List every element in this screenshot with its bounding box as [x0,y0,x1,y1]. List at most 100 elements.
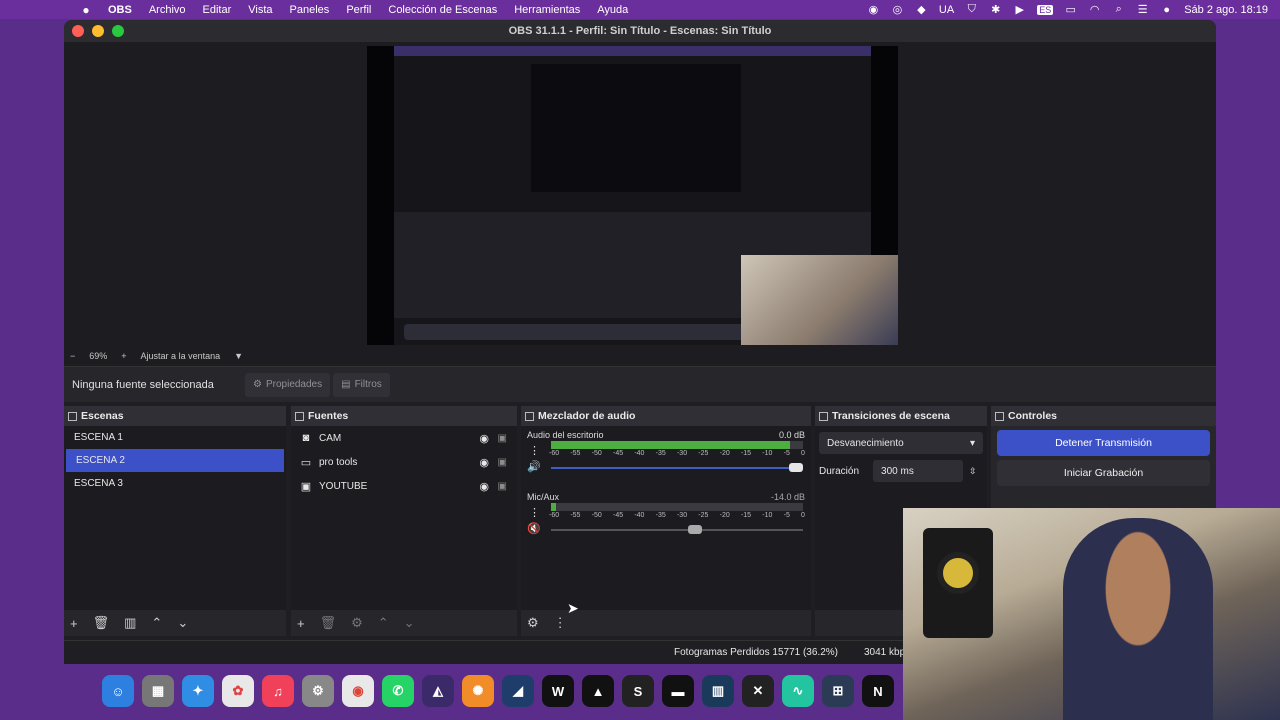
apple-menu-icon[interactable]: ● [78,3,94,17]
source-item-youtube[interactable]: ▣ YOUTUBE ◉ ▣ [291,474,517,498]
waves-status-icon[interactable]: ◎ [891,3,904,16]
menu-archivo[interactable]: Archivo [149,4,186,16]
app-icon[interactable]: ◢ [502,675,534,707]
remove-source-icon[interactable]: 🗑 [320,615,337,631]
app-icon[interactable]: S [622,675,654,707]
menu-editar[interactable]: Editar [203,4,232,16]
waves-icon[interactable]: W [542,675,574,707]
channel-menu-icon[interactable]: ⋮ [529,506,540,519]
transition-select[interactable]: Desvanecimiento ▾ [819,432,983,454]
obs-status-icon[interactable]: ◉ [867,3,880,16]
muted-speaker-icon[interactable]: 🔇 [527,522,541,535]
app-icon[interactable]: ▥ [702,675,734,707]
advanced-audio-icon[interactable]: ⚙ [527,615,539,631]
duration-field[interactable]: 300 ms [873,460,964,482]
scene-item[interactable]: ESCENA 1 [64,426,286,449]
menu-coleccion[interactable]: Colección de Escenas [388,4,497,16]
scene-filters-icon[interactable]: ▥ [124,615,136,631]
app-icon[interactable]: ∿ [782,675,814,707]
add-source-icon[interactable]: + [297,616,305,631]
volume-slider[interactable] [551,463,803,472]
visibility-eye-icon[interactable]: ◉ [479,456,489,469]
fit-to-window[interactable]: Ajustar a la ventana [141,351,221,361]
play-icon[interactable]: ▶ [1013,3,1026,16]
app-icon[interactable]: ⊞ [822,675,854,707]
move-down-icon[interactable]: ⌄ [177,615,188,631]
move-down-icon[interactable]: ⌄ [404,615,415,631]
mixer-menu-icon[interactable]: ⋮ [554,615,567,631]
siri-icon[interactable]: ● [1160,4,1173,16]
visibility-eye-icon[interactable]: ◉ [479,432,489,445]
lock-icon[interactable]: ▣ [498,457,507,468]
sources-list: ◙ CAM ◉ ▣ ▭ pro tools ◉ ▣ ▣ YOUTUBE ◉ ▣ [291,426,517,610]
properties-bar: Ninguna fuente seleccionada ⚙ Propiedade… [64,366,1216,402]
tick: -35 [655,450,666,457]
source-item-pro-tools[interactable]: ▭ pro tools ◉ ▣ [291,450,517,474]
slider-knob[interactable] [688,525,703,534]
obs-icon[interactable]: ◭ [422,675,454,707]
channel-level: 0.0 dB [778,430,805,440]
keyboard-layout[interactable]: ES [1037,4,1054,15]
wifi-icon[interactable]: ◠ [1088,3,1101,16]
stop-streaming-button[interactable]: Detener Transmisión [997,430,1210,456]
lock-icon[interactable]: ▣ [498,433,507,444]
menu-paneles[interactable]: Paneles [290,4,330,16]
menu-ayuda[interactable]: Ayuda [597,4,628,16]
zoom-in-button[interactable]: + [121,351,126,361]
channel-menu-icon[interactable]: ⋮ [529,444,540,457]
visibility-eye-icon[interactable]: ◉ [479,480,489,493]
whatsapp-icon[interactable]: ✆ [382,675,414,707]
scene-item-selected[interactable]: ESCENA 2 [66,449,284,472]
photos-icon[interactable]: ✿ [222,675,254,707]
fl-studio-icon[interactable]: ✺ [462,675,494,707]
input-source[interactable]: UA [939,4,954,16]
shield-icon[interactable]: ⛉ [965,3,978,16]
lock-icon[interactable]: ▣ [498,481,507,492]
system-settings-icon[interactable]: ⚙ [302,675,334,707]
mixer-toolbar: ⚙ ⋮ [521,610,811,636]
add-scene-icon[interactable]: + [70,616,78,631]
sources-toolbar: + 🗑 ⚙ ⌃ ⌄ [291,610,517,636]
control-center-icon[interactable]: ☰ [1136,3,1149,16]
clock[interactable]: Sáb 2 ago. 18:19 [1184,4,1268,16]
menu-herramientas[interactable]: Herramientas [514,4,580,16]
zoom-dropdown-icon[interactable]: ▼ [234,351,243,361]
bluetooth-icon[interactable]: ✱ [989,3,1002,16]
slider-knob[interactable] [789,463,803,472]
dock-icon [525,411,534,421]
app-icon[interactable]: ▲ [582,675,614,707]
zoom-out-button[interactable]: − [70,351,75,361]
native-instruments-icon[interactable]: N [862,675,894,707]
start-recording-button[interactable]: Iniciar Grabación [997,460,1210,486]
app-icon[interactable]: ▬ [662,675,694,707]
search-icon[interactable]: ⌕ [1112,3,1125,16]
source-item-cam[interactable]: ◙ CAM ◉ ▣ [291,426,517,450]
stepper-icon[interactable]: ⇳ [969,466,977,477]
zoom-bar: − 69% + Ajustar a la ventana ▼ [64,346,1216,366]
tick: 0 [801,450,805,457]
properties-button[interactable]: ⚙ Propiedades [245,372,331,397]
preview-canvas[interactable] [367,46,898,345]
music-icon[interactable]: ♫ [262,675,294,707]
transitions-title: Transiciones de escena [832,410,950,422]
safari-icon[interactable]: ✦ [182,675,214,707]
source-settings-icon[interactable]: ⚙ [351,615,363,631]
speaker-icon[interactable]: 🔊 [527,460,541,473]
app-icon[interactable]: ✕ [742,675,774,707]
move-up-icon[interactable]: ⌃ [378,615,389,631]
filters-label: Filtros [354,379,382,390]
remove-scene-icon[interactable]: 🗑 [93,615,110,631]
scene-item[interactable]: ESCENA 3 [64,472,286,495]
volume-slider[interactable] [551,525,803,534]
menu-vista[interactable]: Vista [248,4,272,16]
filters-button[interactable]: ▤ Filtros [333,372,390,397]
menu-perfil[interactable]: Perfil [346,4,371,16]
app-status-icon[interactable]: ◆ [915,3,928,16]
finder-icon[interactable]: ☺ [102,675,134,707]
menu-app-name[interactable]: OBS [108,4,132,16]
tick: -30 [676,450,688,457]
launchpad-icon[interactable]: ▦ [142,675,174,707]
chrome-icon[interactable]: ◉ [342,675,374,707]
move-up-icon[interactable]: ⌃ [151,615,162,631]
battery-icon[interactable]: ▭ [1064,3,1077,16]
